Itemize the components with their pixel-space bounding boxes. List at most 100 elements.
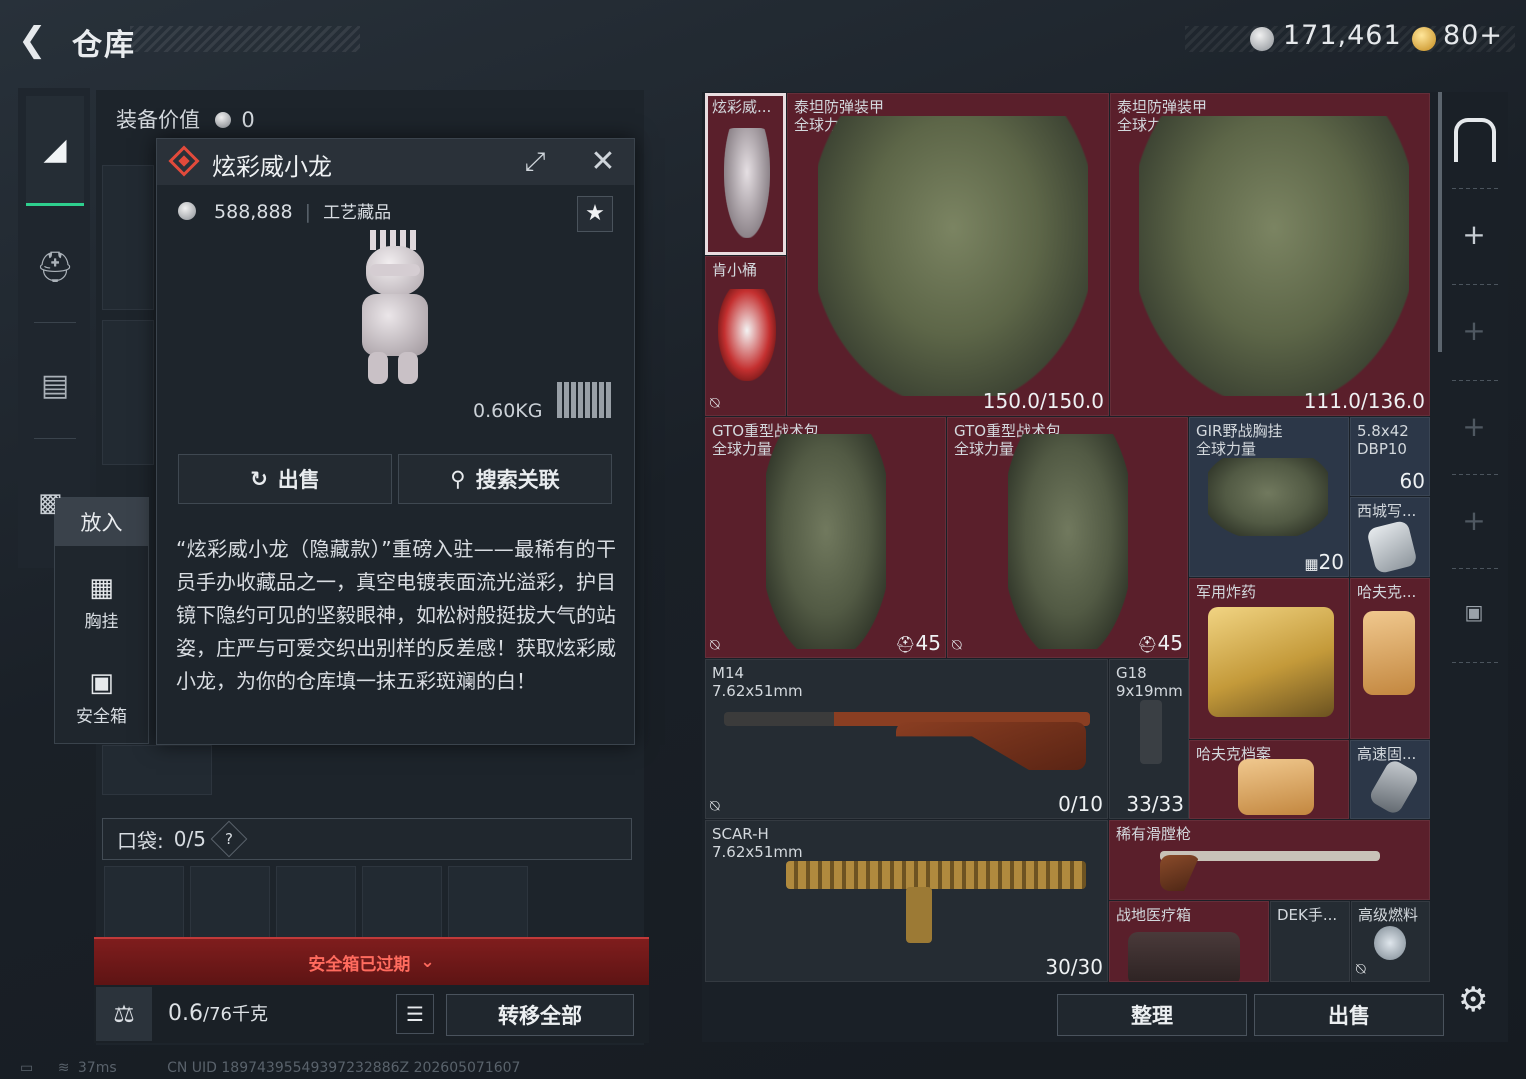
side-divider bbox=[1452, 662, 1498, 663]
stash-item-card[interactable]: 西城写... bbox=[1350, 497, 1430, 577]
weight-icon[interactable]: ⚖ bbox=[96, 987, 152, 1041]
no-trade-icon: ⍉ bbox=[710, 635, 720, 654]
rifle-image bbox=[786, 861, 1086, 889]
ping-value: 37ms bbox=[77, 1060, 117, 1076]
chest-rig-icon: ▦ bbox=[1304, 555, 1319, 573]
archive-image bbox=[1238, 759, 1314, 815]
pocket-slot[interactable] bbox=[276, 866, 356, 938]
no-trade-icon: ⍉ bbox=[710, 796, 720, 815]
list-icon[interactable]: ☰ bbox=[396, 994, 434, 1034]
rifle-stock-image bbox=[896, 722, 1086, 770]
stash-item-bucket[interactable]: 肯小桶 ⍉ bbox=[705, 256, 786, 416]
safe-box-expired-banner[interactable]: 安全箱已过期 ⌄ bbox=[94, 937, 649, 985]
explosive-crate-image bbox=[1208, 607, 1334, 717]
put-in-chest-rig[interactable]: ▦ 胸挂 bbox=[55, 557, 148, 647]
side-divider bbox=[1452, 380, 1498, 381]
close-icon[interactable]: ✕ bbox=[586, 146, 620, 178]
safe-box-icon: ▣ bbox=[89, 667, 114, 698]
helmet-icon: ⛑ bbox=[895, 635, 916, 654]
collapse-icon[interactable]: ⤢ bbox=[518, 146, 552, 178]
favorite-star-button[interactable]: ★ bbox=[577, 196, 613, 232]
figurine-image bbox=[352, 230, 438, 390]
stash-item-scar-h[interactable]: SCAR-H 7.62x51mm 30/30 bbox=[705, 820, 1108, 982]
item-weight: 0.60KG bbox=[473, 400, 543, 422]
musket-stock-image bbox=[1160, 855, 1200, 891]
stash-item-archive[interactable]: 哈夫克档案 bbox=[1189, 740, 1349, 819]
search-icon: ⚲ bbox=[450, 467, 466, 491]
pocket-slot[interactable] bbox=[448, 866, 528, 938]
stash-item-medkit[interactable]: 战地医疗箱 bbox=[1109, 901, 1269, 982]
silver-coin-icon bbox=[1250, 27, 1274, 51]
loadout-value-row: 装备价值 0 bbox=[116, 104, 255, 134]
equipment-slot[interactable] bbox=[102, 745, 212, 795]
stash-item-m14[interactable]: M14 7.62x51mm ⍉ 0/10 bbox=[705, 659, 1108, 819]
equipment-slot[interactable] bbox=[102, 165, 154, 310]
add-page-icon[interactable]: + bbox=[1458, 504, 1490, 537]
stash-scrollbar[interactable] bbox=[1438, 92, 1442, 352]
stash-item-armor[interactable]: 泰坦防弹装甲 全球力量 111.0/136.0 bbox=[1110, 93, 1430, 416]
tab-weapons[interactable]: ◢ bbox=[26, 96, 84, 206]
capacity-max: /76千克 bbox=[203, 1004, 268, 1025]
uid-text: CN UID 18974395549397232886Z 20260507160… bbox=[167, 1060, 521, 1076]
pocket-row: 口袋: 0/5 ? bbox=[102, 818, 632, 860]
add-page-icon[interactable]: + bbox=[1458, 218, 1490, 251]
transfer-all-label: 转移全部 bbox=[498, 1004, 582, 1028]
gold-coin-icon bbox=[1412, 27, 1436, 51]
stash-sell-button[interactable]: 出售 bbox=[1254, 994, 1444, 1036]
item-category: 工艺藏品 bbox=[323, 203, 392, 223]
stash-item-armor[interactable]: 泰坦防弹装甲 全球力量 150.0/150.0 bbox=[787, 93, 1109, 416]
stash-item-document[interactable]: 哈夫克... bbox=[1350, 578, 1430, 739]
stash-item-explosive[interactable]: 军用炸药 bbox=[1189, 578, 1349, 739]
arrange-label: 整理 bbox=[1131, 1004, 1173, 1028]
add-page-icon[interactable]: + bbox=[1458, 314, 1490, 347]
equipment-slot[interactable] bbox=[102, 320, 154, 465]
stash-item-backpack[interactable]: GTO重型战术包 全球力量 ⍉ ⛑45 bbox=[705, 417, 946, 658]
back-icon[interactable]: ❮ bbox=[18, 20, 58, 60]
loadout-value: 0 bbox=[241, 108, 255, 132]
search-related-button[interactable]: ⚲ 搜索关联 bbox=[398, 454, 612, 504]
chest-rig-icon: ▦ bbox=[89, 572, 114, 603]
item-description: “炫彩威小龙（隐藏款）”重磅入驻——最稀有的干员手办收藏品之一，真空电镀表面流光… bbox=[176, 537, 616, 693]
no-trade-icon: ⍉ bbox=[1356, 959, 1366, 978]
tab-helmet[interactable]: ⛑ bbox=[26, 212, 84, 322]
warehouse-icon[interactable] bbox=[1454, 118, 1496, 162]
medkit-image bbox=[1128, 932, 1240, 981]
silver-coin-icon bbox=[178, 202, 196, 220]
put-in-safe-box-label: 安全箱 bbox=[76, 706, 127, 727]
stash-item-ammo[interactable]: 5.8x42 DBP10 60 bbox=[1350, 417, 1430, 496]
item-price-row: 588,888 | 工艺藏品 bbox=[178, 198, 391, 223]
pocket-slot[interactable] bbox=[104, 866, 184, 938]
stash-item-musket[interactable]: 稀有滑膛枪 bbox=[1109, 820, 1430, 900]
capacity-readout: 0.6/76千克 bbox=[168, 1000, 268, 1026]
item-size-grid-icon bbox=[557, 382, 613, 418]
pocket-slot[interactable] bbox=[190, 866, 270, 938]
pistol-icon: ◢ bbox=[43, 132, 67, 167]
pocket-slot[interactable] bbox=[362, 866, 442, 938]
stash-item-g18[interactable]: G18 9x19mm 33/33 bbox=[1109, 659, 1189, 819]
arrange-button[interactable]: 整理 bbox=[1057, 994, 1247, 1036]
put-in-safe-box[interactable]: ▣ 安全箱 bbox=[55, 652, 148, 742]
fuel-can-image bbox=[1374, 926, 1406, 960]
transfer-all-button[interactable]: 转移全部 bbox=[446, 994, 634, 1036]
tab-divider bbox=[34, 322, 76, 323]
armor-image bbox=[818, 116, 1088, 396]
stash-item-drive[interactable]: 高速固... bbox=[1350, 740, 1430, 819]
gold-currency-value[interactable]: 80+ bbox=[1443, 20, 1503, 51]
stash-item-dek[interactable]: DEK手... bbox=[1270, 901, 1350, 982]
card-image bbox=[1366, 519, 1418, 575]
lock-icon[interactable]: ▣ bbox=[1458, 600, 1490, 624]
safe-box-expired-label: 安全箱已过期 bbox=[308, 954, 411, 975]
stash-item-figurine[interactable]: 炫彩威... bbox=[705, 93, 786, 255]
side-divider bbox=[1452, 188, 1498, 189]
item-name: 炫彩威小龙 bbox=[212, 153, 332, 181]
chevron-down-icon: ⌄ bbox=[420, 952, 435, 972]
sell-button[interactable]: ↻ 出售 bbox=[178, 454, 392, 504]
stash-item-chest-rig[interactable]: GIR野战胸挂 全球力量 ▦20 bbox=[1189, 417, 1349, 577]
stash-item-fuel[interactable]: 高级燃料 ⍉ bbox=[1351, 901, 1430, 982]
tab-vest[interactable]: ▤ bbox=[26, 330, 84, 440]
gear-icon[interactable]: ⚙ bbox=[1458, 980, 1488, 1020]
add-page-icon[interactable]: + bbox=[1458, 410, 1490, 443]
stash-item-backpack[interactable]: GTO重型战术包 全球力量 ⍉ ⛑45 bbox=[947, 417, 1188, 658]
helmet-icon: ⛑ bbox=[1137, 635, 1158, 654]
help-icon[interactable]: ? bbox=[210, 820, 248, 858]
